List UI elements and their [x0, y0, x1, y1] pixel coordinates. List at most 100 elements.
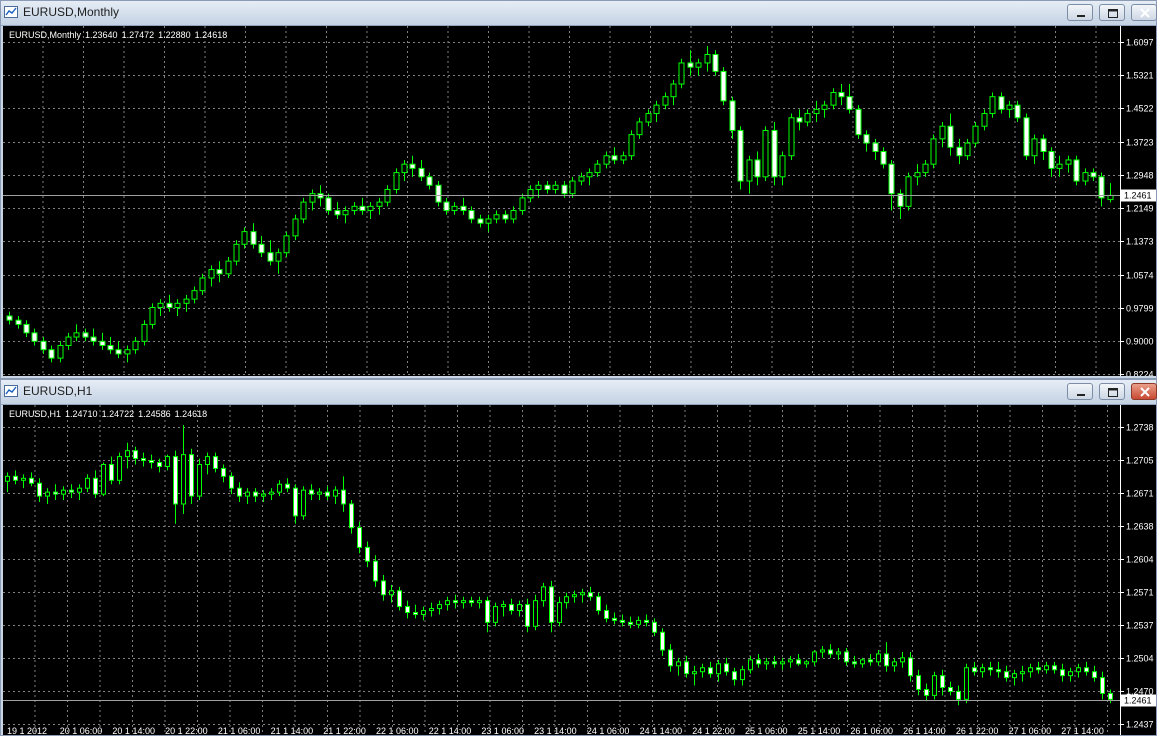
close-icon: [1140, 387, 1150, 397]
candle-body-bull: [905, 176, 912, 207]
candle-body-bull: [922, 163, 929, 174]
candle: [65, 332, 72, 350]
candle: [772, 655, 777, 668]
candle-body-bear: [1036, 667, 1041, 671]
price-label: 1.1373: [1126, 237, 1154, 247]
price-chart[interactable]: 1.2738 1.2705 1.2671 1.2638 1.2604 1.2571 1.25…: [3, 405, 1156, 735]
time-label: 23 1 14:00: [534, 726, 577, 735]
title-bar[interactable]: EURUSD,H1: [1, 380, 1157, 405]
candle-body-bull: [535, 184, 542, 190]
candle-body-bear: [732, 671, 737, 681]
candle: [426, 172, 433, 190]
candle-body-bear: [485, 600, 490, 623]
minimize-button[interactable]: [1067, 4, 1093, 21]
candle-body-bull: [191, 290, 198, 300]
candle-body-bull: [578, 176, 585, 182]
candle-body-bear: [1084, 667, 1089, 673]
info-open: 1.24710: [65, 409, 98, 419]
close-button[interactable]: [1131, 4, 1157, 21]
restore-button[interactable]: [1099, 4, 1125, 21]
candle-body-bull: [181, 454, 186, 505]
candle-body-bull: [692, 671, 697, 675]
close-button[interactable]: [1131, 383, 1157, 400]
candle: [908, 651, 913, 682]
chart-window-h1[interactable]: EURUSD,H1 1.2738 1.2705 1.2671 1.2638 1.2604…: [0, 379, 1157, 736]
candle-body-bull: [292, 218, 299, 237]
time-label: 21 1 06:00: [218, 726, 261, 735]
candle-body-bull: [788, 117, 795, 157]
candle-body-bull: [429, 608, 434, 612]
candle-body-bull: [569, 180, 576, 195]
time-label: 24 1 22:00: [692, 726, 735, 735]
candle-body-bear: [628, 621, 633, 625]
candle-body-bear: [258, 243, 265, 254]
restore-button[interactable]: [1099, 383, 1125, 400]
candle-body-bull: [552, 184, 559, 190]
candle-body-bull: [533, 600, 538, 627]
candle-body-bull: [517, 604, 522, 612]
candle: [1048, 147, 1055, 177]
price-label: 1.2571: [1126, 588, 1154, 598]
info-high: 1.27472: [121, 30, 155, 40]
chart-window-monthly[interactable]: EURUSD,Monthly 1.6097 1.5321 1.4522 1.3723 1…: [0, 0, 1157, 379]
candle-body-bull: [65, 336, 72, 346]
price-label: 1.5321: [1126, 71, 1154, 81]
candle: [183, 294, 190, 312]
candle: [812, 649, 817, 666]
candle: [23, 320, 30, 338]
candle-body-bear: [988, 667, 993, 671]
candle: [245, 488, 250, 504]
candle-body-bull: [930, 138, 937, 165]
candle: [980, 663, 985, 678]
candle-body-bull: [367, 205, 374, 212]
candle-body-bull: [812, 651, 817, 663]
candle: [644, 614, 649, 627]
candle-body-bull: [876, 653, 881, 663]
candle: [275, 248, 282, 274]
candle: [678, 58, 685, 89]
candle-body-bull: [700, 667, 705, 673]
candle: [764, 657, 769, 670]
candle: [552, 181, 559, 194]
candle-body-bear: [596, 596, 601, 612]
candle: [876, 649, 881, 666]
candle-body-bull: [662, 96, 669, 106]
candle-body-bull: [645, 113, 652, 123]
candle: [948, 681, 953, 696]
candle: [964, 663, 969, 704]
candle-body-bear: [872, 142, 879, 153]
candle: [437, 600, 442, 615]
title-bar[interactable]: EURUSD,Monthly: [1, 1, 1157, 26]
candle-body-bull: [132, 340, 139, 351]
candle-body-bull: [124, 349, 131, 355]
candle-body-bear: [1092, 671, 1097, 679]
candle-body-bear: [141, 458, 146, 462]
candle-body-bear: [908, 657, 913, 677]
candle-body-bull: [964, 667, 969, 700]
candle-body-bull: [939, 125, 946, 140]
candle-body-bear: [109, 463, 114, 481]
candle: [1084, 661, 1089, 676]
candle-body-bull: [117, 456, 122, 481]
candle: [788, 655, 793, 668]
candle-body-bull: [620, 155, 627, 161]
candle: [1044, 661, 1049, 674]
candle: [40, 337, 47, 354]
candle-body-bull: [964, 142, 971, 157]
price-chart[interactable]: 1.6097 1.5321 1.4522 1.3723 1.2948 1.2149 1.13…: [3, 26, 1156, 376]
candlestick-plot: 1.2738 1.2705 1.2671 1.2638 1.2604 1.2571 1.25…: [3, 405, 1156, 735]
time-label: 20 1 06:00: [60, 726, 103, 735]
candle-body-bear: [720, 70, 727, 102]
candle-body-bull: [746, 159, 753, 182]
candle: [258, 235, 265, 257]
candle-body-bear: [253, 491, 258, 497]
minimize-button[interactable]: [1067, 383, 1093, 400]
candle-body-bear: [838, 91, 845, 98]
candle-body-bear: [771, 129, 778, 178]
candle: [333, 486, 338, 504]
candle: [6, 311, 13, 325]
candlestick-plot: 1.6097 1.5321 1.4522 1.3723 1.2948 1.2149 1.13…: [3, 26, 1156, 376]
info-symbol: EURUSD,H1: [9, 409, 62, 419]
candle: [389, 584, 394, 603]
price-label: 0.8224: [1126, 370, 1154, 377]
